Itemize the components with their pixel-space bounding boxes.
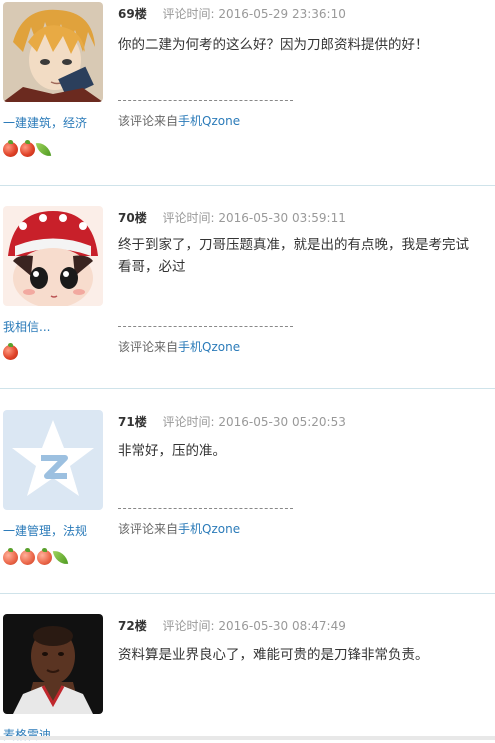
comment-content: 你的二建为何考的这么好？因为刀郎资料提供的好！ xyxy=(118,37,429,53)
user-badges xyxy=(3,343,18,360)
fruit-badge-icon xyxy=(3,140,18,157)
qzone-star-icon xyxy=(3,410,103,510)
floor-number: 71楼 xyxy=(118,415,147,429)
scroll-edge xyxy=(0,736,495,740)
floor-number: 69楼 xyxy=(118,7,147,21)
user-avatar[interactable] xyxy=(3,206,103,306)
comment-source: 该评论来自手机Qzone xyxy=(118,340,241,354)
comment-time: 评论时间: 2016-05-30 05:20:53 xyxy=(162,415,346,429)
user-avatar[interactable] xyxy=(3,2,103,102)
comment-divider xyxy=(0,185,495,186)
fruit-badge-icon xyxy=(3,548,18,565)
comment-content: 非常好，压的准。 xyxy=(118,443,226,459)
signature-divider xyxy=(118,326,293,327)
user-badges xyxy=(3,548,69,567)
comment-content: 终于到家了，刀哥压题真准，就是出的有点晚，我是考完试看哥，必过 xyxy=(118,237,469,275)
comment-time: 评论时间: 2016-05-30 03:59:11 xyxy=(162,211,346,225)
username[interactable]: 我相信... xyxy=(3,318,50,335)
user-avatar[interactable] xyxy=(3,614,103,714)
comment-meta: 69楼 评论时间: 2016-05-29 23:36:10 xyxy=(118,5,346,22)
user-badges xyxy=(3,140,52,159)
fruit-badge-icon xyxy=(37,548,52,565)
floor-number: 70楼 xyxy=(118,211,147,225)
fruit-badge-icon xyxy=(20,140,35,157)
source-link[interactable]: 手机Qzone xyxy=(178,340,240,354)
fruit-badge-icon xyxy=(3,343,18,360)
source-link[interactable]: 手机Qzone xyxy=(178,522,240,536)
leaf-badge-icon xyxy=(35,140,52,159)
comment-time: 评论时间: 2016-05-30 08:47:49 xyxy=(162,619,346,633)
comment-meta: 72楼 评论时间: 2016-05-30 08:47:49 xyxy=(118,617,346,634)
signature-divider xyxy=(118,508,293,509)
username[interactable]: 一建管理，法规 xyxy=(3,522,87,539)
comment-meta: 71楼 评论时间: 2016-05-30 05:20:53 xyxy=(118,413,346,430)
fruit-badge-icon xyxy=(20,548,35,565)
comment-content: 资料算是业界良心了，难能可贵的是刀锋非常负责。 xyxy=(118,647,429,663)
source-link[interactable]: 手机Qzone xyxy=(178,114,240,128)
comment-time: 评论时间: 2016-05-29 23:36:10 xyxy=(162,7,346,21)
comment-divider xyxy=(0,388,495,389)
floor-number: 72楼 xyxy=(118,619,147,633)
comment-source: 该评论来自手机Qzone xyxy=(118,522,241,536)
comment-divider xyxy=(0,593,495,594)
comment-source: 该评论来自手机Qzone xyxy=(118,114,241,128)
username[interactable]: 一建建筑，经济 xyxy=(3,114,87,131)
comment-meta: 70楼 评论时间: 2016-05-30 03:59:11 xyxy=(118,209,346,226)
user-avatar[interactable] xyxy=(3,410,103,510)
signature-divider xyxy=(118,100,293,101)
username[interactable]: 麦格雷迪 xyxy=(3,726,51,743)
leaf-badge-icon xyxy=(52,548,69,567)
